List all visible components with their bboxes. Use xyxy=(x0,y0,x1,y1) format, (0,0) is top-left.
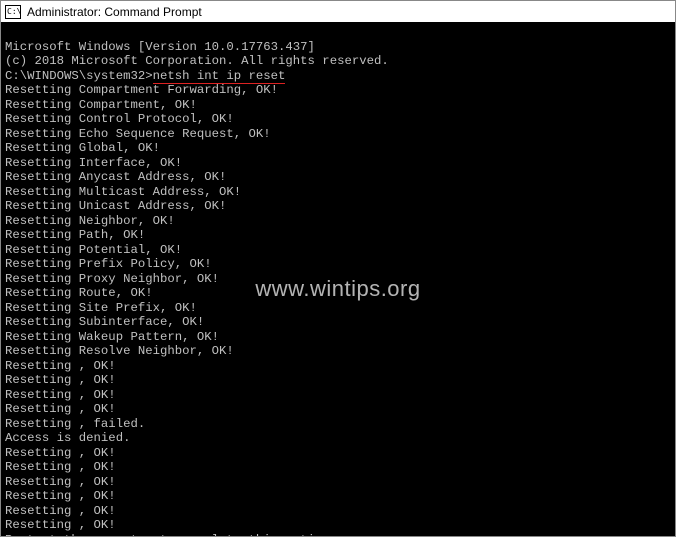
terminal-line: Resetting Site Prefix, OK! xyxy=(5,301,671,316)
terminal-line: Resetting , OK! xyxy=(5,446,671,461)
terminal-line: Resetting Compartment, OK! xyxy=(5,98,671,113)
terminal-line: Resetting Echo Sequence Request, OK! xyxy=(5,127,671,142)
terminal-line: Resetting Prefix Policy, OK! xyxy=(5,257,671,272)
terminal-line: Resetting Path, OK! xyxy=(5,228,671,243)
terminal-line: Restart the computer to complete this ac… xyxy=(5,533,671,537)
terminal-line: Resetting , OK! xyxy=(5,402,671,417)
window-title: Administrator: Command Prompt xyxy=(27,5,202,19)
terminal-line: Resetting Global, OK! xyxy=(5,141,671,156)
cmd-icon: C:\ xyxy=(5,5,21,19)
terminal-line: Microsoft Windows [Version 10.0.17763.43… xyxy=(5,40,671,55)
window-titlebar[interactable]: C:\ Administrator: Command Prompt xyxy=(1,1,675,23)
terminal-line: Resetting Compartment Forwarding, OK! xyxy=(5,83,671,98)
terminal-line: Resetting Wakeup Pattern, OK! xyxy=(5,330,671,345)
terminal-line: Resetting , failed. xyxy=(5,417,671,432)
terminal-line: Resetting , OK! xyxy=(5,475,671,490)
terminal-line: Resetting Proxy Neighbor, OK! xyxy=(5,272,671,287)
terminal-line: Resetting Potential, OK! xyxy=(5,243,671,258)
terminal-line: Resetting , OK! xyxy=(5,359,671,374)
terminal-line: Resetting Multicast Address, OK! xyxy=(5,185,671,200)
terminal-line: Resetting , OK! xyxy=(5,373,671,388)
terminal-body[interactable]: Microsoft Windows [Version 10.0.17763.43… xyxy=(1,23,675,536)
terminal-line: Resetting , OK! xyxy=(5,504,671,519)
terminal-line: Resetting Route, OK! xyxy=(5,286,671,301)
terminal-command: netsh int ip reset xyxy=(153,69,286,83)
terminal-prompt-line: C:\WINDOWS\system32>netsh int ip reset xyxy=(5,69,671,84)
terminal-line: Resetting Neighbor, OK! xyxy=(5,214,671,229)
terminal-line: Resetting , OK! xyxy=(5,388,671,403)
terminal-line: Resetting Control Protocol, OK! xyxy=(5,112,671,127)
terminal-line: (c) 2018 Microsoft Corporation. All righ… xyxy=(5,54,671,69)
terminal-line: Resetting , OK! xyxy=(5,489,671,504)
terminal-line: Resetting Interface, OK! xyxy=(5,156,671,171)
terminal-line: Resetting Resolve Neighbor, OK! xyxy=(5,344,671,359)
terminal-line: Resetting , OK! xyxy=(5,518,671,533)
terminal-line: Resetting Subinterface, OK! xyxy=(5,315,671,330)
terminal-line: Resetting Unicast Address, OK! xyxy=(5,199,671,214)
terminal-line: Access is denied. xyxy=(5,431,671,446)
terminal-line: Resetting , OK! xyxy=(5,460,671,475)
terminal-line: Resetting Anycast Address, OK! xyxy=(5,170,671,185)
terminal-prompt: C:\WINDOWS\system32> xyxy=(5,69,153,83)
